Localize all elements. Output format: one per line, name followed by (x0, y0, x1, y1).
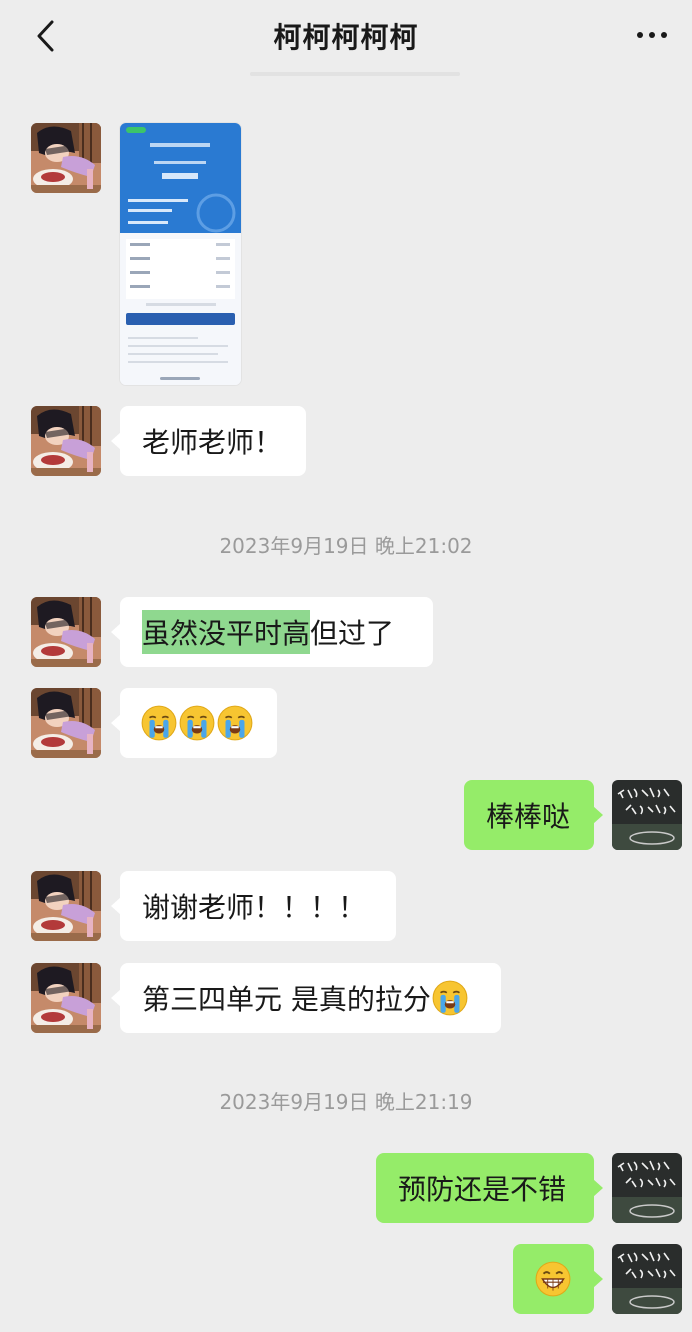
faded-system-text (250, 72, 460, 76)
message-bubble-outgoing[interactable] (513, 1244, 603, 1314)
message-text: 谢谢老师！！！！ (142, 891, 367, 924)
message-text: 第三四单元 是真的拉分 (142, 983, 431, 1016)
message-text: 老师老师！ (142, 426, 283, 459)
message-bubble-incoming[interactable]: 谢谢老师！！！！ (111, 871, 396, 941)
crying-emoji-icon (140, 704, 178, 742)
message-bubble-incoming[interactable]: 老师老师！ (111, 406, 306, 476)
message-text: 棒棒哒 (486, 800, 571, 833)
message-text: 但过了 (310, 617, 395, 650)
message-bubble-incoming[interactable]: 虽然没平时高 但过了 (111, 597, 433, 667)
self-avatar[interactable] (612, 1244, 682, 1314)
timestamp: 2023年9月19日 晚上21:02 (219, 534, 473, 558)
chat-header: 柯柯柯柯柯 (0, 0, 692, 72)
more-options-icon[interactable] (630, 20, 674, 50)
message-text: 预防还是不错 (398, 1173, 567, 1206)
contact-avatar[interactable] (31, 871, 101, 941)
contact-avatar[interactable] (31, 688, 101, 758)
message-bubble-outgoing[interactable]: 棒棒哒 (464, 780, 603, 850)
contact-avatar[interactable] (31, 963, 101, 1033)
chat-title: 柯柯柯柯柯 (273, 21, 419, 54)
image-message-thumbnail[interactable] (120, 123, 241, 385)
timestamp: 2023年9月19日 晚上21:19 (219, 1090, 473, 1114)
message-bubble-incoming[interactable]: 第三四单元 是真的拉分 (111, 963, 501, 1033)
highlighted-text: 虽然没平时高 (142, 610, 311, 654)
crying-emoji-icon (216, 704, 254, 742)
message-bubble-incoming[interactable] (111, 688, 277, 758)
self-avatar[interactable] (612, 780, 682, 850)
contact-avatar[interactable] (31, 597, 101, 667)
self-avatar[interactable] (612, 1153, 682, 1223)
crying-emoji-icon (431, 979, 469, 1017)
grinning-emoji-icon (534, 1260, 572, 1298)
contact-avatar[interactable] (31, 406, 101, 476)
contact-avatar[interactable] (31, 123, 101, 193)
message-bubble-outgoing[interactable]: 预防还是不错 (376, 1153, 603, 1223)
crying-emoji-icon (178, 704, 216, 742)
